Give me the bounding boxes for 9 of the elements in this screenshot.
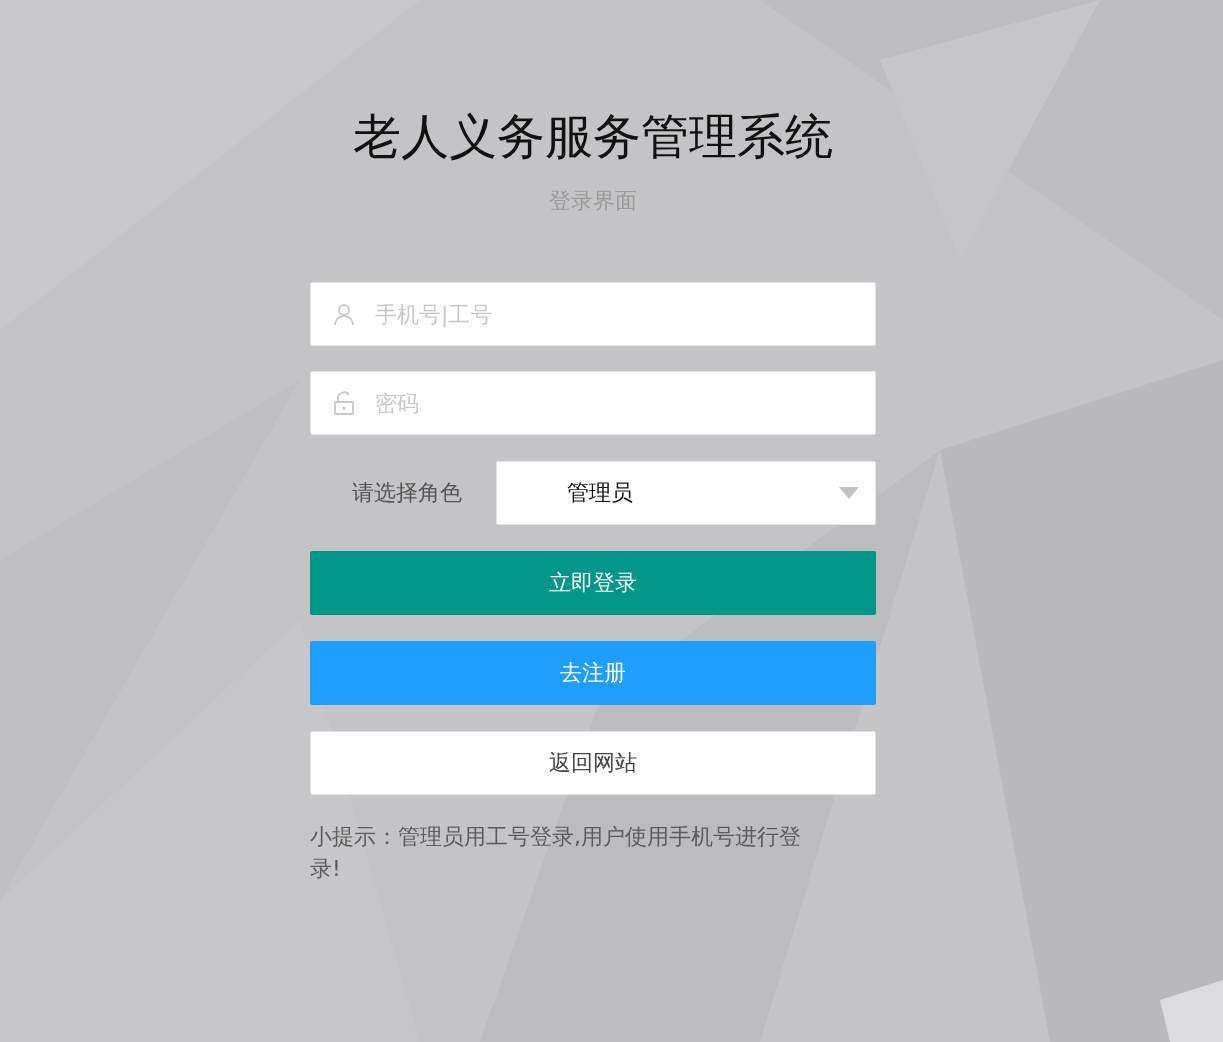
role-label: 请选择角色 xyxy=(351,479,463,507)
user-icon xyxy=(332,302,356,326)
role-dropdown[interactable]: 管理员 xyxy=(496,461,876,525)
tip-text: 小提示：管理员用工号登录,用户使用手机号进行登录! xyxy=(310,823,802,883)
caret-icon xyxy=(839,487,859,499)
login-button[interactable]: 立即登录 xyxy=(310,551,876,615)
app-title: 老人义务服务管理系统 xyxy=(352,107,834,166)
back-button[interactable]: 返回网站 xyxy=(310,731,876,795)
lock-icon xyxy=(332,391,356,415)
